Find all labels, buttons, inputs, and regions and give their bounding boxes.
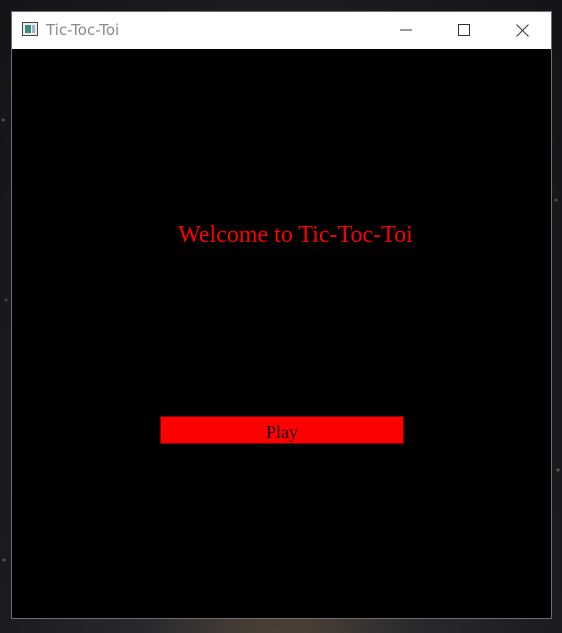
close-button[interactable] [493, 12, 551, 48]
title-bar[interactable]: Tic-Toc-Toi [12, 12, 551, 49]
minimize-button[interactable] [377, 12, 435, 48]
maximize-icon [458, 24, 470, 36]
app-window: Tic-Toc-Toi Welcome to Tic-Toc-Toi Play [11, 11, 552, 619]
game-canvas: Welcome to Tic-Toc-Toi Play [12, 49, 551, 618]
app-window-icon [22, 22, 38, 36]
window-title: Tic-Toc-Toi [46, 21, 120, 39]
welcome-heading: Welcome to Tic-Toc-Toi [178, 222, 413, 248]
maximize-button[interactable] [435, 12, 493, 48]
play-button[interactable]: Play [160, 416, 404, 444]
minimize-icon [400, 29, 412, 31]
close-icon [515, 23, 529, 37]
